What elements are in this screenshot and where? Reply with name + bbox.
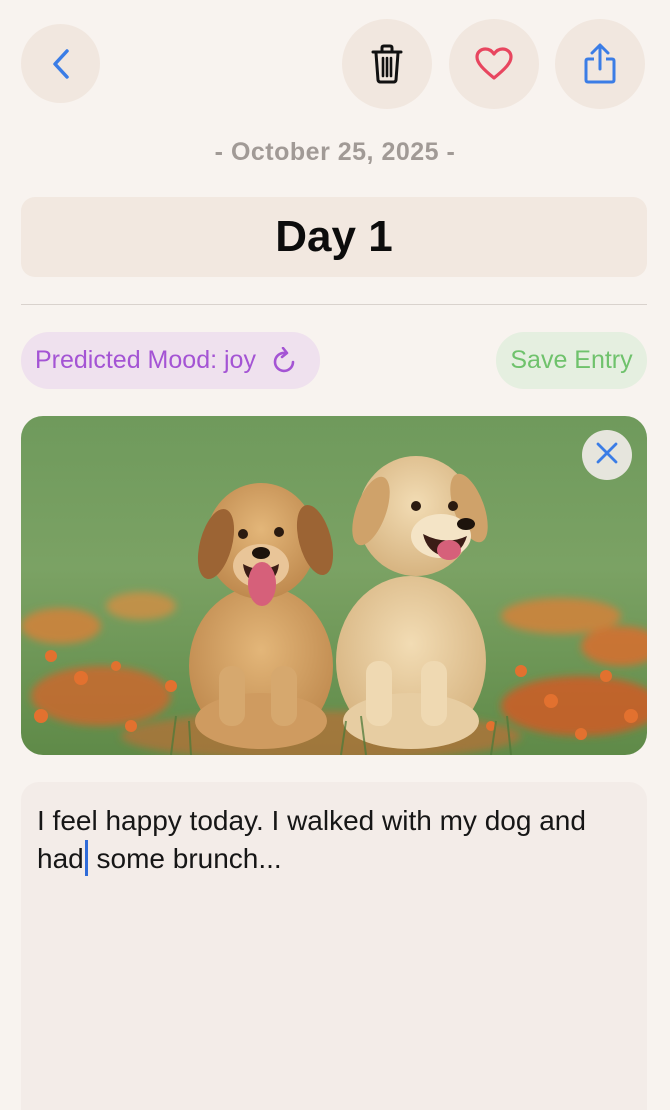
favorite-button[interactable] <box>449 19 539 109</box>
share-icon <box>583 43 617 85</box>
heart-icon <box>475 47 513 81</box>
delete-button[interactable] <box>342 19 432 109</box>
refresh-icon <box>272 346 298 375</box>
predicted-mood-label: Predicted Mood: joy <box>35 346 256 374</box>
save-entry-button[interactable]: Save Entry <box>496 332 647 389</box>
entry-photo <box>21 416 647 755</box>
entry-text-after-cursor: some brunch... <box>88 843 282 874</box>
trash-icon <box>370 44 404 84</box>
entry-title: Day 1 <box>275 212 393 261</box>
predicted-mood-button[interactable]: Predicted Mood: joy <box>21 332 320 389</box>
entry-title-field[interactable]: Day 1 <box>21 197 647 277</box>
entry-date: - October 25, 2025 - <box>214 138 456 166</box>
back-button[interactable] <box>21 24 100 103</box>
share-button[interactable] <box>555 19 645 109</box>
journal-entry-screen: - October 25, 2025 - Day 1 Predicted Moo… <box>0 0 670 1110</box>
close-icon <box>596 442 618 469</box>
entry-text-editor[interactable]: I feel happy today. I walked with my dog… <box>21 782 647 1110</box>
chevron-left-icon <box>51 48 71 80</box>
text-cursor <box>84 840 88 876</box>
divider <box>21 304 647 305</box>
remove-photo-button[interactable] <box>582 430 632 480</box>
